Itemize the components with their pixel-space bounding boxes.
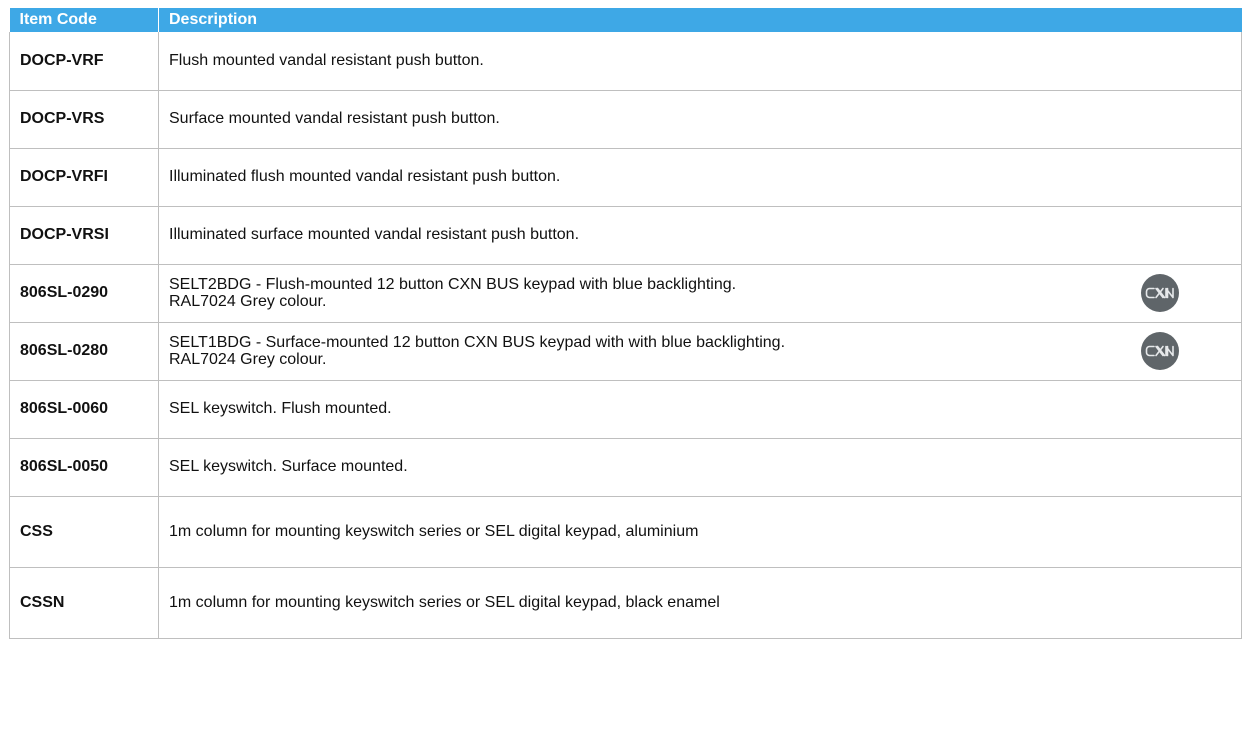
product-table-container: Item Code Description DOCP-VRF Flush mou…	[9, 8, 1242, 639]
item-code-cell: DOCP-VRF	[9, 32, 159, 91]
item-code-cell: DOCP-VRS	[9, 90, 159, 149]
item-code-cell: 806SL-0280	[9, 322, 159, 381]
description-text: Flush mounted vandal resistant push butt…	[169, 51, 484, 69]
table-row: DOCP-VRF Flush mounted vandal resistant …	[9, 32, 1242, 91]
item-code-cell: 806SL-0290	[9, 264, 159, 323]
header-item-code: Item Code	[9, 8, 159, 32]
description-cell: SEL keyswitch. Flush mounted.	[158, 380, 1242, 439]
description-text: Surface mounted vandal resistant push bu…	[169, 110, 500, 127]
table-row: CSSN 1m column for mounting keyswitch se…	[9, 567, 1242, 639]
item-code-cell: CSSN	[9, 567, 159, 639]
description-text-line2: RAL7024 Grey colour.	[169, 293, 327, 310]
product-table: Item Code Description DOCP-VRF Flush mou…	[9, 8, 1242, 639]
description-text: 1m column for mounting keyswitch series …	[169, 593, 720, 611]
table-row: DOCP-VRSI Illuminated surface mounted va…	[9, 206, 1242, 265]
description-text: SELT2BDG - Flush-mounted 12 button CXN B…	[169, 276, 737, 293]
table-row: CSS 1m column for mounting keyswitch ser…	[9, 496, 1242, 568]
table-row: 806SL-0280 SELT1BDG - Surface-mounted 12…	[9, 322, 1242, 381]
description-cell: Illuminated flush mounted vandal resista…	[158, 148, 1242, 207]
description-text: SEL keyswitch. Surface mounted.	[169, 458, 408, 475]
item-code-cell: CSS	[9, 496, 159, 568]
cxn-logo-glyphs	[1145, 287, 1174, 299]
table-row: 806SL-0050 SEL keyswitch. Surface mounte…	[9, 438, 1242, 497]
table-row: 806SL-0060 SEL keyswitch. Flush mounted.	[9, 380, 1242, 439]
item-code-cell: DOCP-VRFI	[9, 148, 159, 207]
table-header-row: Item Code Description	[9, 8, 1242, 32]
item-code-cell: 806SL-0050	[9, 438, 159, 497]
description-cell: Flush mounted vandal resistant push butt…	[158, 32, 1242, 91]
description-text: Illuminated flush mounted vandal resista…	[169, 168, 561, 185]
cxn-logo-glyphs	[1145, 345, 1174, 357]
description-text-line2: RAL7024 Grey colour.	[169, 351, 327, 368]
description-text: SELT1BDG - Surface-mounted 12 button CXN…	[169, 334, 786, 351]
cxn-logo-icon	[1141, 332, 1179, 370]
description-cell: SELT1BDG - Surface-mounted 12 button CXN…	[158, 322, 1242, 381]
item-code-cell: DOCP-VRSI	[9, 206, 159, 265]
table-row: DOCP-VRFI Illuminated flush mounted vand…	[9, 148, 1242, 207]
description-text: 1m column for mounting keyswitch series …	[169, 522, 699, 540]
cxn-logo-icon	[1141, 274, 1179, 312]
description-cell: SEL keyswitch. Surface mounted.	[158, 438, 1242, 497]
description-cell: 1m column for mounting keyswitch series …	[158, 567, 1242, 639]
description-cell: Surface mounted vandal resistant push bu…	[158, 90, 1242, 149]
description-text: Illuminated surface mounted vandal resis…	[169, 226, 580, 243]
description-text: SEL keyswitch. Flush mounted.	[169, 400, 392, 417]
item-code-cell: 806SL-0060	[9, 380, 159, 439]
table-row: DOCP-VRS Surface mounted vandal resistan…	[9, 90, 1242, 149]
description-cell: 1m column for mounting keyswitch series …	[158, 496, 1242, 568]
header-description: Description	[158, 8, 1242, 32]
description-cell: Illuminated surface mounted vandal resis…	[158, 206, 1242, 265]
description-cell: SELT2BDG - Flush-mounted 12 button CXN B…	[158, 264, 1242, 323]
table-row: 806SL-0290 SELT2BDG - Flush-mounted 12 b…	[9, 264, 1242, 323]
